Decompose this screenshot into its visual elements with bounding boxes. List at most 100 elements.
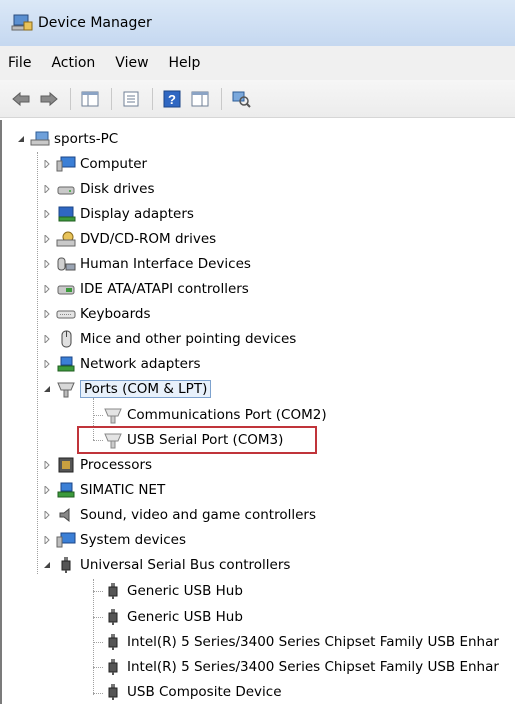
- collapse-triangle-icon[interactable]: [42, 560, 52, 570]
- expand-triangle-icon[interactable]: [42, 460, 52, 470]
- tree-item-system-devices[interactable]: System devices: [42, 529, 186, 551]
- tree-item-usb-composite-device[interactable]: USB Composite Device: [103, 681, 282, 703]
- tree-item-computer[interactable]: Computer: [42, 153, 147, 175]
- tree-item-display-adapters[interactable]: Display adapters: [42, 203, 194, 225]
- expand-triangle-icon[interactable]: [42, 309, 52, 319]
- usb-icon: [103, 658, 123, 676]
- port-icon: [56, 380, 76, 398]
- disk-drive-icon: [56, 180, 76, 198]
- tree-item-simatic-net[interactable]: SIMATIC NET: [42, 479, 165, 501]
- tree-item-label: Intel(R) 5 Series/3400 Series Chipset Fa…: [127, 634, 499, 650]
- toolbar-separator: [111, 87, 112, 110]
- svg-text:?: ?: [168, 92, 176, 107]
- port-icon: [103, 406, 123, 424]
- tree-item-disk-drives[interactable]: Disk drives: [42, 178, 155, 200]
- tree-item-intel-usb-2[interactable]: Intel(R) 5 Series/3400 Series Chipset Fa…: [103, 656, 499, 678]
- tree-guide-line: [93, 591, 103, 592]
- expand-triangle-icon[interactable]: [42, 485, 52, 495]
- tree-item-label: USB Composite Device: [127, 684, 282, 700]
- expand-triangle-icon[interactable]: [42, 209, 52, 219]
- tree-guide-line: [93, 579, 94, 695]
- computer-icon: [56, 155, 76, 173]
- toolbar-separator: [152, 87, 153, 110]
- tree-item-label: DVD/CD-ROM drives: [80, 231, 217, 247]
- tree-item-com2[interactable]: Communications Port (COM2): [103, 404, 327, 426]
- tree-item-label: System devices: [80, 532, 187, 548]
- scan-hardware-icon[interactable]: [228, 87, 254, 111]
- menu-bar: File Action View Help: [0, 46, 515, 81]
- highlight-box: [77, 426, 317, 454]
- tree-item-label: SIMATIC NET: [80, 482, 166, 498]
- tree-item-label: Intel(R) 5 Series/3400 Series Chipset Fa…: [127, 659, 499, 675]
- usb-icon: [56, 556, 76, 574]
- tree-item-label: Communications Port (COM2): [127, 407, 327, 423]
- expand-triangle-icon[interactable]: [42, 510, 52, 520]
- usb-icon: [103, 683, 123, 701]
- collapse-triangle-icon[interactable]: [42, 384, 52, 394]
- tree-item-intel-usb-1[interactable]: Intel(R) 5 Series/3400 Series Chipset Fa…: [103, 631, 499, 653]
- expand-triangle-icon[interactable]: [42, 535, 52, 545]
- menu-file[interactable]: File: [0, 55, 41, 71]
- menu-view[interactable]: View: [105, 55, 158, 71]
- tree-item-mice[interactable]: Mice and other pointing devices: [42, 328, 296, 350]
- expand-triangle-icon[interactable]: [42, 259, 52, 269]
- tree-item-ide-controllers[interactable]: IDE ATA/ATAPI controllers: [42, 278, 249, 300]
- collapse-triangle-icon[interactable]: [16, 134, 26, 144]
- mouse-icon: [56, 330, 76, 348]
- back-icon[interactable]: [8, 87, 34, 111]
- tree-item-label: Processors: [80, 457, 153, 473]
- expand-triangle-icon[interactable]: [42, 359, 52, 369]
- tree-item-human-interface-devices[interactable]: Human Interface Devices: [42, 253, 251, 275]
- ide-controller-icon: [56, 280, 76, 298]
- show-hide-console-tree-icon[interactable]: [77, 87, 103, 111]
- tree-item-label: Sound, video and game controllers: [80, 507, 316, 523]
- display-adapter-icon: [56, 205, 76, 223]
- expand-triangle-icon[interactable]: [42, 234, 52, 244]
- tree-guide-line: [93, 415, 103, 416]
- title-bar: Device Manager: [0, 0, 515, 46]
- device-manager-icon: [11, 14, 33, 31]
- menu-help[interactable]: Help: [159, 55, 211, 71]
- tree-item-label: Disk drives: [80, 181, 155, 197]
- tree-guide-line: [93, 693, 103, 694]
- tree-item-processors[interactable]: Processors: [42, 454, 152, 476]
- tree-item-dvd-cdrom[interactable]: DVD/CD-ROM drives: [42, 228, 216, 250]
- tree-item-label: Network adapters: [80, 356, 201, 372]
- menu-action[interactable]: Action: [41, 55, 105, 71]
- usb-icon: [103, 608, 123, 626]
- tree-item-label: Universal Serial Bus controllers: [80, 557, 291, 573]
- tree-item-network-adapters[interactable]: Network adapters: [42, 353, 201, 375]
- tree-guide-line: [93, 617, 103, 618]
- expand-triangle-icon[interactable]: [42, 334, 52, 344]
- tree-item-keyboards[interactable]: Keyboards: [42, 303, 151, 325]
- computer-icon: [30, 130, 50, 148]
- tree-item-label: Computer: [80, 156, 148, 172]
- tree-item-generic-usb-hub-1[interactable]: Generic USB Hub: [103, 580, 243, 602]
- tree-guide-line: [93, 642, 103, 643]
- device-tree: sports-PC Computer Disk drives Display a…: [0, 120, 515, 704]
- tree-item-sound[interactable]: Sound, video and game controllers: [42, 504, 316, 526]
- forward-icon[interactable]: [36, 87, 62, 111]
- help-icon[interactable]: ?: [159, 87, 185, 111]
- toolbar-separator: [221, 87, 222, 110]
- tree-item-usb-controllers[interactable]: Universal Serial Bus controllers: [42, 554, 290, 576]
- tree-item-label: Human Interface Devices: [80, 256, 251, 272]
- tree-item-label: Keyboards: [80, 306, 151, 322]
- properties-icon[interactable]: [118, 87, 144, 111]
- tree-item-label: IDE ATA/ATAPI controllers: [80, 281, 249, 297]
- keyboard-icon: [56, 305, 76, 323]
- tree-item-label: Generic USB Hub: [127, 583, 243, 599]
- tree-item-label: Mice and other pointing devices: [80, 331, 297, 347]
- tree-root[interactable]: sports-PC: [16, 128, 118, 150]
- tree-item-ports[interactable]: Ports (COM & LPT): [42, 378, 212, 400]
- expand-triangle-icon[interactable]: [42, 284, 52, 294]
- expand-triangle-icon[interactable]: [42, 159, 52, 169]
- tree-item-generic-usb-hub-2[interactable]: Generic USB Hub: [103, 606, 243, 628]
- expand-triangle-icon[interactable]: [42, 184, 52, 194]
- dvd-drive-icon: [56, 230, 76, 248]
- root-label: sports-PC: [54, 131, 119, 147]
- usb-icon: [103, 582, 123, 600]
- action-pane-icon[interactable]: [187, 87, 213, 111]
- network-icon: [56, 481, 76, 499]
- window-title: Device Manager: [38, 15, 152, 31]
